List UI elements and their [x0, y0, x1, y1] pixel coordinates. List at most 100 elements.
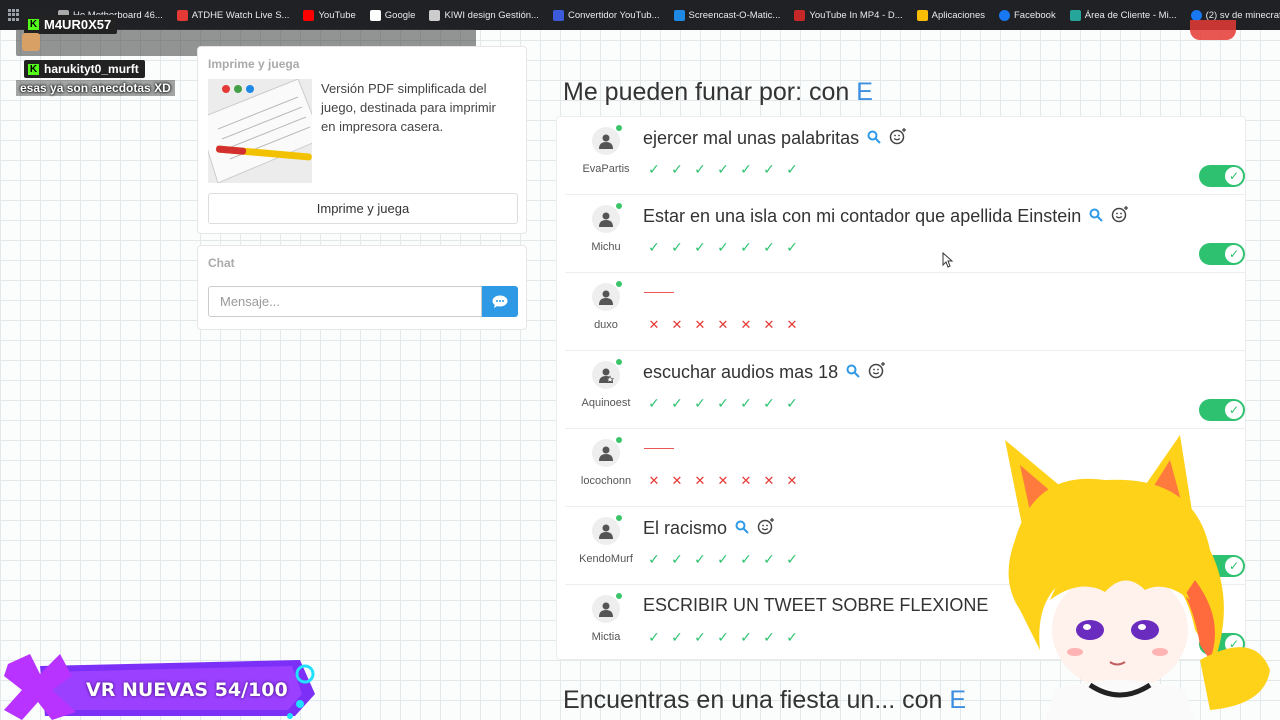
- add-reaction-icon[interactable]: [868, 361, 886, 384]
- bookmark-label: Área de Cliente - Mi...: [1084, 9, 1177, 21]
- validity-toggle[interactable]: ✓: [1199, 243, 1245, 265]
- answer-text: ESCRIBIR UN TWEET SOBRE FLEXIONE: [643, 595, 989, 615]
- bookmark-item[interactable]: (2) sv de minecraft...: [1184, 9, 1280, 21]
- check-icon: ✓: [1225, 167, 1243, 185]
- check-icon: ✓: [740, 394, 752, 411]
- cross-icon: ✕: [786, 473, 798, 488]
- chat-card-title: Chat: [208, 256, 235, 270]
- online-status-dot: [616, 281, 622, 287]
- chat-message-input[interactable]: [208, 286, 482, 317]
- answer-username: Aquinoest: [581, 397, 631, 409]
- answer-text: escuchar audios mas 18: [643, 362, 839, 382]
- search-icon[interactable]: [735, 518, 749, 539]
- add-reaction-icon[interactable]: [757, 517, 775, 540]
- search-icon[interactable]: [846, 362, 860, 383]
- check-icon: ✓: [671, 550, 683, 567]
- answer-text-group: ejercer mal unas palabritas: [643, 127, 907, 150]
- vote-indicators: ✓ ✓ ✓ ✓ ✓ ✓ ✓: [646, 395, 800, 411]
- add-reaction-icon[interactable]: [1111, 205, 1129, 228]
- check-icon: ✓: [1225, 401, 1243, 419]
- check-icon: ✓: [786, 628, 798, 645]
- cross-icon: ✕: [648, 473, 660, 488]
- check-icon: ✓: [740, 628, 752, 645]
- answer-text-group: escuchar audios mas 18: [643, 361, 886, 384]
- apps-grid-icon[interactable]: [8, 9, 19, 21]
- answer-text-group: El racismo: [643, 517, 775, 540]
- print-card: Imprime y juega Versión PDF simplificada…: [197, 46, 527, 234]
- answer-text: El racismo: [643, 518, 728, 538]
- answer-text-group: ESCRIBIR UN TWEET SOBRE FLEXIONE: [643, 595, 988, 616]
- bookmarks-bar: Ho Motherboard 46... ATDHE Watch Live S..…: [0, 0, 1280, 30]
- check-icon: ✓: [786, 160, 798, 177]
- convert-icon: [552, 9, 564, 21]
- check-icon: ✓: [740, 160, 752, 177]
- stream-chat-username: harukityt0_murft: [44, 62, 139, 76]
- search-icon[interactable]: [1089, 206, 1103, 227]
- bookmark-item[interactable]: ATDHE Watch Live S...: [170, 9, 297, 21]
- answer-text: ejercer mal unas palabritas: [643, 128, 860, 148]
- search-icon[interactable]: [867, 128, 881, 149]
- send-message-button[interactable]: [482, 286, 518, 317]
- online-status-dot: [616, 125, 622, 131]
- bookmark-label: YouTube In MP4 - D...: [809, 9, 903, 21]
- bookmark-label: KIWI design Gestión...: [444, 9, 539, 21]
- validity-toggle[interactable]: ✓: [1199, 165, 1245, 187]
- atdhe-icon: [176, 9, 188, 21]
- answer-user: EvaPartis: [571, 125, 641, 175]
- cross-icon: ✕: [786, 317, 798, 332]
- bookmark-label: Facebook: [1014, 9, 1056, 21]
- online-status-dot: [616, 203, 622, 209]
- online-status-dot: [616, 437, 622, 443]
- bookmark-label: YouTube: [318, 9, 356, 21]
- cross-icon: ✕: [763, 317, 775, 332]
- check-icon: ✓: [763, 160, 775, 177]
- online-status-dot: [616, 359, 622, 365]
- validity-toggle[interactable]: ✓: [1199, 399, 1245, 421]
- bookmark-item[interactable]: Google: [363, 9, 423, 21]
- category-title-text: Encuentras en una fiesta un... con: [563, 686, 950, 714]
- cross-icon: ✕: [740, 317, 752, 332]
- bookmark-item[interactable]: Convertidor YouTub...: [546, 9, 667, 21]
- cross-icon: ✕: [648, 317, 660, 332]
- check-icon: ✓: [671, 238, 683, 255]
- bookmark-label: Screencast-O-Matic...: [688, 9, 781, 21]
- check-icon: ✓: [786, 394, 798, 411]
- user-star-icon: [592, 359, 622, 389]
- check-icon: ✓: [763, 550, 775, 567]
- empty-answer-line: [644, 448, 674, 449]
- bookmark-item[interactable]: YouTube In MP4 - D...: [787, 9, 909, 21]
- mouse-cursor-icon: [942, 252, 953, 268]
- add-reaction-icon[interactable]: [889, 127, 907, 150]
- google-icon: [369, 9, 381, 21]
- print-and-play-button[interactable]: Imprime y juega: [208, 193, 518, 224]
- answer-row: Aquinoest escuchar audios mas 18 ✓ ✓ ✓ ✓ ✓ ✓ ✓ ✓: [565, 351, 1245, 429]
- answer-username: Michu: [591, 241, 621, 253]
- check-icon: ✓: [717, 160, 729, 177]
- kick-icon: K: [28, 19, 39, 30]
- apps-icon: [916, 9, 928, 21]
- print-card-title: Imprime y juega: [208, 57, 300, 71]
- user-icon: [592, 437, 622, 467]
- facebook-icon: [1190, 9, 1202, 21]
- bookmark-item[interactable]: YouTube: [296, 9, 362, 21]
- answer-username: locochonn: [580, 475, 632, 487]
- vtuber-avatar: [995, 430, 1280, 720]
- online-status-dot: [616, 593, 622, 599]
- empty-answer-line: [644, 292, 674, 293]
- bookmark-item[interactable]: Aplicaciones: [910, 9, 992, 21]
- category-letter: E: [856, 78, 873, 106]
- answer-text: Estar en una isla con mi contador que ap…: [643, 206, 1082, 226]
- bookmark-item[interactable]: Área de Cliente - Mi...: [1063, 9, 1184, 21]
- vote-indicators: ✕ ✕ ✕ ✕ ✕ ✕ ✕: [646, 317, 800, 333]
- user-icon: [592, 203, 622, 233]
- bookmark-item[interactable]: KIWI design Gestión...: [422, 9, 546, 21]
- previous-toggle[interactable]: [1190, 20, 1236, 40]
- kick-icon: K: [28, 63, 39, 75]
- bookmark-item[interactable]: Screencast-O-Matic...: [667, 9, 788, 21]
- bookmark-item[interactable]: Facebook: [992, 9, 1063, 21]
- cross-icon: ✕: [717, 317, 729, 332]
- vote-indicators: ✓ ✓ ✓ ✓ ✓ ✓ ✓: [646, 161, 800, 177]
- bookmark-label: Convertidor YouTub...: [567, 9, 660, 21]
- bookmark-label: ATDHE Watch Live S...: [191, 9, 290, 21]
- check-icon: ✓: [740, 550, 752, 567]
